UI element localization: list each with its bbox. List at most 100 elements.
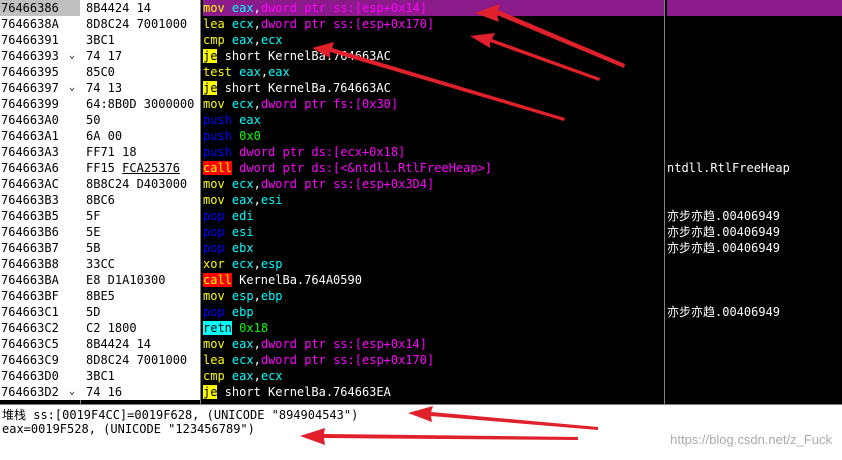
comment-cell [667,32,842,48]
jump-arrow-icon: ⌄ [68,50,76,61]
address-cell: 76466399 [0,96,80,112]
instruction-token: , [253,17,261,31]
instruction-token: lea [203,17,225,31]
instruction-token: retn [203,321,232,335]
address-cell: 764663C9 [0,352,80,368]
hex-bytes-cell: 8D8C24 7001000 [86,17,188,31]
instruction-token: ecx [260,369,283,383]
disasm-row[interactable]: 764663D2 ⌄ 74 16 je short KernelBa.764663EA [0,384,842,400]
instruction-token: dword ptr ss:[esp+0x3D4] [260,177,435,191]
comment-cell [667,384,842,400]
disassembly-cell: mov eax,esi [203,192,664,208]
hex-bytes-cell: 5E [86,225,101,239]
comment-cell [667,336,842,352]
disasm-row[interactable]: 764663B6 5E pop esi 亦步亦趋.00406949 [0,224,842,240]
instruction-token: call [203,161,232,175]
comment-cell [667,112,842,128]
disassembly-pane[interactable]: 76466386 8B4424 14 mov eax,dword ptr ss:[e… [0,0,842,404]
disasm-row[interactable]: 7646638A 8D8C24 7001000 lea ecx,dword ptr … [0,16,842,32]
disasm-row[interactable]: 76466386 8B4424 14 mov eax,dword ptr ss:[e… [0,0,842,16]
disassembly-cell: je short KernelBa.764663AC [203,48,664,64]
comment-cell [667,176,842,192]
hex-bytes-cell: 6A 00 [86,129,123,143]
instruction-token: short KernelBa.764663AC [217,81,391,95]
hex-bytes-cell: 8B4424 14 [86,1,152,15]
disasm-row[interactable]: 764663A3 FF71 18 push dword ptr ds:[ecx+0x… [0,144,842,160]
disasm-row[interactable]: 764663BA E8 D1A10300 call KernelBa.764A059… [0,272,842,288]
hex-bytes-cell: 8BC6 [86,193,115,207]
comment-cell [667,64,842,80]
disasm-row[interactable]: 76466393 ⌄ 74 17 je short KernelBa.764663AC [0,48,842,64]
disasm-row[interactable]: 764663A1 6A 00 push 0x0 [0,128,842,144]
instruction-token: pop [203,209,225,223]
hex-bytes-cell: 85C0 [86,65,115,79]
instruction-token: dword ptr fs:[0x30] [260,97,399,111]
address-cell: 764663A1 [0,128,80,144]
instruction-token: ebp [231,305,254,319]
instruction-token: pop [203,225,225,239]
instruction-token: , [253,257,261,271]
instruction-token [225,193,232,207]
disasm-row[interactable]: 764663AC 8B8C24 D403000 mov ecx,dword ptr … [0,176,842,192]
instruction-token: xor [203,257,225,271]
instruction-token: eax [231,369,254,383]
instruction-token: esp [260,257,283,271]
disasm-row[interactable]: 764663C5 8B4424 14 mov eax,dword ptr ss:[e… [0,336,842,352]
disasm-row[interactable]: 76466397 ⌄ 74 13 je short KernelBa.764663AC [0,80,842,96]
disasm-row[interactable]: 764663C9 8D8C24 7001000 lea ecx,dword ptr … [0,352,842,368]
comment-cell [667,48,842,64]
address-cell: 764663C5 [0,336,80,352]
address-cell: 764663BF [0,288,80,304]
instruction-token: test [203,65,232,79]
address-cell: 764663A6 [0,160,80,176]
instruction-token: eax [231,337,254,351]
instruction-token: , [253,33,261,47]
instruction-token: eax [231,1,254,15]
hex-bytes-cell: 8BE5 [86,289,115,303]
disasm-row[interactable]: 764663B5 5F pop edi 亦步亦趋.00406949 [0,208,842,224]
instruction-token [225,369,232,383]
instruction-token: je [203,49,218,63]
instruction-token: eax [268,65,290,79]
address-cell: 764663B3 [0,192,80,208]
instruction-token: ecx [260,33,283,47]
info-eax-line: eax=0019F528, (UNICODE "123456789") [2,422,255,436]
disasm-row[interactable]: 764663B7 5B pop ebx 亦步亦趋.00406949 [0,240,842,256]
instruction-token: esi [260,193,283,207]
disasm-row[interactable]: 764663BF 8BE5 mov esp,ebp [0,288,842,304]
instruction-token: ecx [231,177,254,191]
comment-cell: 亦步亦趋.00406949 [667,225,781,239]
comment-cell [667,352,842,368]
disassembly-cell: cmp eax,ecx [203,368,664,384]
disasm-row[interactable]: 764663B8 33CC xor ecx,esp [0,256,842,272]
address-cell: 764663B7 [0,240,80,256]
disasm-row[interactable]: 76466391 3BC1 cmp eax,ecx [0,32,842,48]
disasm-row[interactable]: 76466399 64:8B0D 3000000 mov ecx,dword ptr… [0,96,842,112]
disasm-row[interactable]: 764663C2 C2 1800 retn 0x18 [0,320,842,336]
disassembly-cell: call KernelBa.764A0590 [203,272,664,288]
disassembly-cell: pop ebp [203,304,664,320]
hex-bytes-cell: 74 17 [86,49,123,63]
instruction-token: dword ptr ss:[esp+0x14] [260,337,428,351]
instruction-token: eax [231,33,254,47]
disasm-row[interactable]: 764663A0 50 push eax [0,112,842,128]
disasm-row[interactable]: 764663D0 3BC1 cmp eax,ecx [0,368,842,384]
disasm-row[interactable]: 764663B3 8BC6 mov eax,esi [0,192,842,208]
comment-cell [667,0,842,16]
comment-cell: 亦步亦趋.00406949 [667,209,781,223]
instruction-token [225,257,232,271]
watermark: https://blog.csdn.net/z_Fuck [670,432,832,447]
disassembly-cell: pop edi [203,208,664,224]
hex-bytes-cell: 3BC1 [86,33,115,47]
instruction-token: push [203,129,232,143]
hex-bytes-cell: 8B4424 14 [86,337,152,351]
disasm-row[interactable]: 76466395 85C0 test eax,eax [0,64,842,80]
address-cell: 764663B8 [0,256,80,272]
instruction-token: dword ptr ss:[esp+0x14] [260,1,428,15]
instruction-token: edi [231,209,254,223]
instruction-token: je [203,385,218,399]
disasm-row[interactable]: 764663C1 5D pop ebp 亦步亦趋.00406949 [0,304,842,320]
address-cell: 764663C1 [0,304,80,320]
disasm-row[interactable]: 764663A6 FF15 FCA25376 call dword ptr ds:[… [0,160,842,176]
comment-cell [667,368,842,384]
